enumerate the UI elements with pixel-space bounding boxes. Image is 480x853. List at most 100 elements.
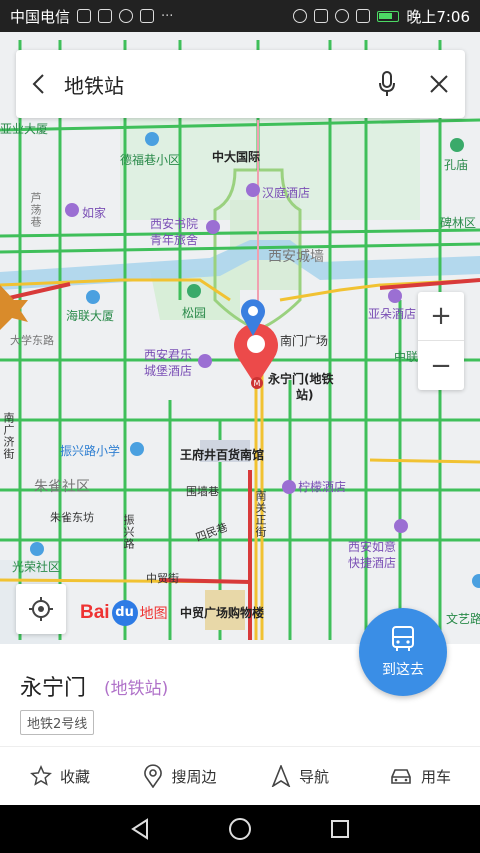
nfc-icon	[119, 9, 134, 23]
locate-me-button[interactable]	[16, 584, 66, 634]
search-input[interactable]: 地铁站	[60, 70, 361, 99]
alarm-icon	[98, 9, 113, 23]
more-icon: ···	[161, 8, 174, 24]
poi-hotel-icon	[388, 289, 402, 303]
map-label: 中贸街	[146, 572, 179, 585]
favorite-button[interactable]: 收藏	[0, 756, 120, 796]
map-label: 振兴路	[122, 514, 135, 550]
map-label: 朱雀社区	[34, 479, 90, 495]
taxi-label: 用车	[420, 767, 451, 786]
favorite-label: 收藏	[59, 767, 90, 786]
map-label: 德福巷小区	[120, 153, 181, 167]
subway-station-marker-icon	[241, 299, 265, 336]
map-label: 海联大厦	[66, 309, 115, 323]
system-navigation-bar	[0, 805, 480, 853]
poi-icon	[472, 574, 480, 588]
baidu-map-logo: Bai du 地图	[80, 600, 168, 626]
subway-line-badge: 地铁2号线	[20, 710, 95, 735]
poi-hotel-icon	[206, 220, 220, 234]
poi-park-icon	[187, 284, 201, 298]
car-icon	[391, 769, 411, 784]
poi-icon	[86, 290, 100, 304]
map-label: 中联	[394, 350, 419, 364]
location-marker-icon	[144, 764, 163, 788]
clear-search-button[interactable]	[413, 50, 465, 118]
map-label: 王府井百货南馆	[180, 448, 265, 462]
map-label: 朱雀东坊	[50, 511, 94, 524]
location-icon	[293, 9, 308, 23]
map-label: 柠檬酒店	[298, 480, 347, 494]
search-bar[interactable]: 地铁站	[16, 50, 465, 118]
map-label: 松园	[182, 306, 207, 320]
map-label: 城堡酒店	[144, 364, 193, 378]
logo-paw-icon: du	[111, 600, 138, 626]
microphone-icon	[379, 71, 395, 96]
voice-search-button[interactable]	[361, 50, 413, 118]
station-label: 站)	[296, 388, 314, 402]
zoom-control: + −	[418, 292, 464, 390]
notification-icon	[140, 9, 155, 23]
place-name: 永宁门	[20, 676, 87, 701]
navigation-arrow-icon	[271, 765, 291, 787]
logo-text: 地图	[139, 606, 168, 622]
zoom-in-button[interactable]: +	[418, 292, 464, 341]
poi-hotel-icon	[394, 519, 408, 533]
go-here-label: 到这去	[382, 662, 424, 678]
map-label: 围墙巷	[186, 485, 219, 498]
map-view[interactable]: 中大国际 德福巷小区 汉庭酒店 孔庙 碑林区 如家 西安书院 青年旅舍 西安城墙…	[0, 32, 480, 644]
map-label: 孔庙	[444, 158, 469, 172]
divider	[0, 746, 480, 747]
map-label: 南广济街	[2, 412, 15, 460]
search-nearby-label: 搜周边	[171, 767, 217, 786]
poi-school-icon	[130, 442, 144, 456]
map-label: 光荣社区	[12, 560, 61, 574]
home-circle-icon[interactable]	[228, 817, 252, 841]
search-nearby-button[interactable]: 搜周边	[120, 756, 240, 796]
star-icon	[30, 765, 52, 786]
map-label: 文艺路	[446, 612, 480, 626]
place-type: (地铁站)	[104, 679, 169, 699]
map-label: 如家	[82, 206, 107, 220]
logo-text: Bai	[80, 602, 110, 623]
map-label: 中贸广场购物楼	[180, 606, 265, 620]
taxi-button[interactable]: 用车	[360, 756, 480, 796]
poi-icon	[30, 542, 44, 556]
map-label: 快捷酒店	[348, 556, 397, 570]
go-here-button[interactable]: 到这去	[359, 608, 447, 696]
map-label: 亚业大厦	[0, 122, 49, 136]
crosshair-icon	[29, 597, 53, 621]
map-label: 碑林区	[440, 216, 477, 230]
map-label: 亚朵酒店	[368, 307, 417, 321]
navigate-button[interactable]: 导航	[240, 756, 360, 796]
carrier-label: 中国电信	[10, 7, 71, 26]
back-arrow-icon	[32, 74, 44, 94]
svg-text:M: M	[254, 379, 261, 388]
nfc-icon	[314, 9, 329, 23]
recent-apps-square-icon[interactable]	[329, 818, 351, 840]
status-bar: 中国电信 ··· 晚上7:06	[0, 0, 480, 32]
poi-icon	[450, 138, 464, 152]
map-label: 芦荡巷	[29, 192, 42, 228]
map-label: 青年旅舍	[150, 233, 199, 247]
map-label: 中大国际	[212, 150, 261, 164]
wifi-icon	[335, 9, 350, 23]
navigate-label: 导航	[298, 767, 329, 786]
poi-hotel-icon	[198, 354, 212, 368]
map-label: 西安如意	[348, 540, 397, 554]
map-label: 西安书院	[150, 217, 199, 231]
signal-icon	[356, 9, 371, 23]
zoom-out-button[interactable]: −	[418, 341, 464, 390]
battery-icon	[377, 10, 400, 22]
subway-icon: M	[251, 377, 263, 389]
poi-hotel-icon	[65, 203, 79, 217]
poi-hotel-icon	[246, 183, 260, 197]
map-label: 大学东路	[10, 334, 54, 347]
map-label: 汉庭酒店	[262, 186, 311, 200]
map-label: 南关正街	[254, 490, 267, 538]
map-label: 西安君乐	[144, 348, 193, 362]
map-label: 振兴路小学	[60, 444, 121, 458]
back-button[interactable]	[16, 50, 60, 118]
back-triangle-icon[interactable]	[129, 818, 151, 840]
close-icon	[430, 75, 448, 93]
poi-hotel-icon	[282, 480, 296, 494]
